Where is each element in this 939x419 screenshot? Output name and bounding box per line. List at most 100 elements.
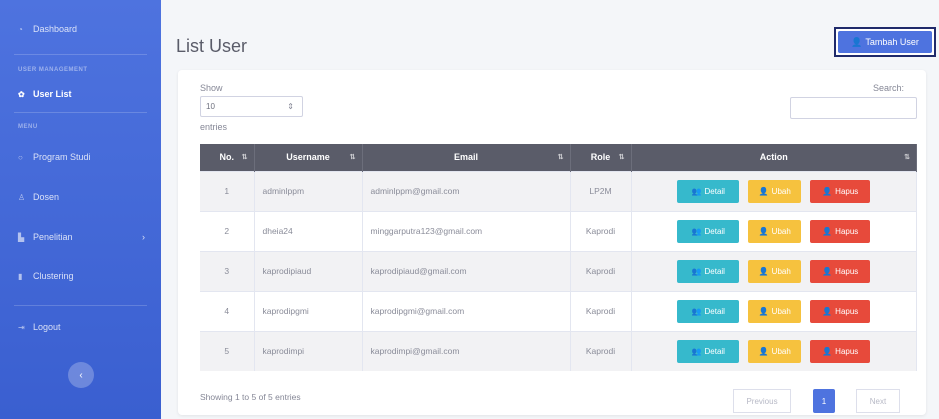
search-label: Search:	[873, 83, 905, 93]
logout-icon: ⇥	[18, 322, 25, 332]
cell-action: 👥 Detail 👤 Ubah 👤 Hapus	[631, 330, 917, 371]
sidebar-toggle-button[interactable]: ‹	[68, 362, 94, 388]
detail-button-label: Detail	[704, 306, 725, 316]
sort-icon: ⇅	[241, 154, 248, 161]
delete-button-label: Hapus	[835, 346, 859, 356]
cell-email: kaprodipiaud@gmail.com	[362, 250, 571, 291]
action-group: 👥 Detail 👤 Ubah 👤 Hapus	[640, 339, 909, 363]
entries-length-value: 10	[206, 102, 215, 111]
user-minus-icon: 👤	[822, 266, 833, 276]
edit-button[interactable]: 👤 Ubah	[748, 339, 802, 363]
edit-button-label: Ubah	[771, 186, 791, 196]
pagination-page-1[interactable]: 1	[813, 389, 835, 413]
cell-username: adminlppm	[254, 170, 363, 211]
detail-button[interactable]: 👥 Detail	[677, 219, 740, 243]
action-group: 👥 Detail 👤 Ubah 👤 Hapus	[640, 219, 909, 243]
sort-icon: ⇅	[349, 154, 356, 161]
cell-email: adminlppm@gmail.com	[362, 170, 571, 211]
show-label: Show	[200, 83, 223, 93]
cell-role: Kaprodi	[570, 290, 632, 331]
user-edit-icon: 👤	[758, 306, 769, 316]
table-info: Showing 1 to 5 of 5 entries	[200, 392, 301, 402]
cell-action: 👥 Detail 👤 Ubah 👤 Hapus	[631, 290, 917, 331]
delete-button[interactable]: 👤 Hapus	[810, 259, 871, 283]
sidebar-item-logout[interactable]: ⇥ Logout	[0, 322, 161, 332]
users-icon: 👥	[691, 266, 702, 276]
edit-button-label: Ubah	[771, 226, 791, 236]
cell-action: 👥 Detail 👤 Ubah 👤 Hapus	[631, 250, 917, 291]
detail-button-label: Detail	[704, 266, 725, 276]
sidebar-divider	[14, 54, 147, 55]
chevron-left-icon: ‹	[79, 369, 83, 381]
delete-button[interactable]: 👤 Hapus	[810, 339, 871, 363]
edit-button-label: Ubah	[771, 266, 791, 276]
chart-icon: ▙	[18, 232, 25, 242]
add-user-button[interactable]: 👤 Tambah User	[838, 31, 932, 53]
cell-no: 5	[200, 330, 255, 371]
edit-button-label: Ubah	[771, 346, 791, 356]
sidebar-item-dashboard[interactable]: ◔ Dashboard	[0, 24, 161, 34]
detail-button[interactable]: 👥 Detail	[677, 259, 740, 283]
users-icon: 👥	[691, 186, 702, 196]
detail-button-label: Detail	[704, 186, 725, 196]
users-icon: 👥	[691, 306, 702, 316]
cell-role: Kaprodi	[570, 210, 632, 251]
table-row: 2 dheia24 minggarputra123@gmail.com Kaprodi…	[200, 210, 917, 251]
sidebar-item-dosen[interactable]: ♙ Dosen	[0, 192, 161, 202]
user-table: No. ⇅ Username ⇅ Email ⇅ Role ⇅ Action ⇅ 1 adm…	[200, 144, 917, 371]
delete-button-label: Hapus	[835, 266, 859, 276]
edit-button[interactable]: 👤 Ubah	[748, 179, 802, 203]
pagination-next[interactable]: Next	[856, 389, 900, 413]
select-arrow-icon: ⇕	[287, 102, 294, 111]
edit-button[interactable]: 👤 Ubah	[748, 299, 802, 323]
sidebar-item-label: Dosen	[33, 192, 60, 202]
action-group: 👥 Detail 👤 Ubah 👤 Hapus	[640, 179, 909, 203]
chevron-right-icon: ›	[142, 232, 145, 242]
cell-no: 1	[200, 170, 255, 211]
delete-button[interactable]: 👤 Hapus	[810, 219, 871, 243]
user-minus-icon: 👤	[822, 346, 833, 356]
edit-button[interactable]: 👤 Ubah	[748, 259, 802, 283]
action-group: 👥 Detail 👤 Ubah 👤 Hapus	[640, 299, 909, 323]
pagination-previous[interactable]: Previous	[733, 389, 791, 413]
sort-icon: ⇅	[618, 154, 625, 161]
delete-button[interactable]: 👤 Hapus	[810, 299, 871, 323]
detail-button[interactable]: 👥 Detail	[677, 299, 740, 323]
gear-icon: ✿	[18, 89, 25, 99]
column-header-no[interactable]: No. ⇅	[200, 144, 255, 171]
sidebar-item-program-studi[interactable]: ○ Program Studi	[0, 152, 161, 162]
column-header-action[interactable]: Action ⇅	[631, 144, 917, 171]
column-header-email[interactable]: Email ⇅	[362, 144, 571, 171]
users-icon: 👥	[691, 346, 702, 356]
user-edit-icon: 👤	[758, 266, 769, 276]
sidebar-item-clustering[interactable]: ▮ Clustering	[0, 271, 161, 281]
cell-username: kaprodimpi	[254, 330, 363, 371]
search-input[interactable]	[790, 97, 917, 119]
user-edit-icon: 👤	[758, 186, 769, 196]
table-row: 3 kaprodipiaud kaprodipiaud@gmail.com Kapro…	[200, 250, 917, 291]
sidebar-heading-user-management: USER MANAGEMENT	[18, 67, 88, 73]
column-header-role[interactable]: Role ⇅	[570, 144, 632, 171]
sidebar-item-penelitian[interactable]: ▙ Penelitian ›	[0, 232, 161, 242]
sidebar: ◔ Dashboard USER MANAGEMENT ✿ User List …	[0, 0, 161, 419]
user-edit-icon: 👤	[758, 346, 769, 356]
users-icon: 👥	[691, 226, 702, 236]
entries-label: entries	[200, 122, 228, 132]
detail-button[interactable]: 👥 Detail	[677, 339, 740, 363]
column-header-username[interactable]: Username ⇅	[254, 144, 363, 171]
action-group: 👥 Detail 👤 Ubah 👤 Hapus	[640, 259, 909, 283]
delete-button[interactable]: 👤 Hapus	[810, 179, 871, 203]
table-row: 4 kaprodipgmi kaprodipgmi@gmail.com Kaprodi…	[200, 290, 917, 331]
edit-button[interactable]: 👤 Ubah	[748, 219, 802, 243]
cell-no: 2	[200, 210, 255, 251]
sidebar-item-user-list[interactable]: ✿ User List	[0, 89, 161, 99]
add-user-button-focus-ring: 👤 Tambah User	[834, 27, 936, 57]
cell-no: 3	[200, 250, 255, 291]
sidebar-item-label: Logout	[33, 322, 61, 332]
page-title: List User	[176, 36, 248, 56]
delete-button-label: Hapus	[835, 186, 859, 196]
user-minus-icon: 👤	[822, 226, 833, 236]
entries-length-select[interactable]: 10 ⇕	[200, 96, 303, 117]
cell-action: 👥 Detail 👤 Ubah 👤 Hapus	[631, 210, 917, 251]
detail-button[interactable]: 👥 Detail	[677, 179, 740, 203]
